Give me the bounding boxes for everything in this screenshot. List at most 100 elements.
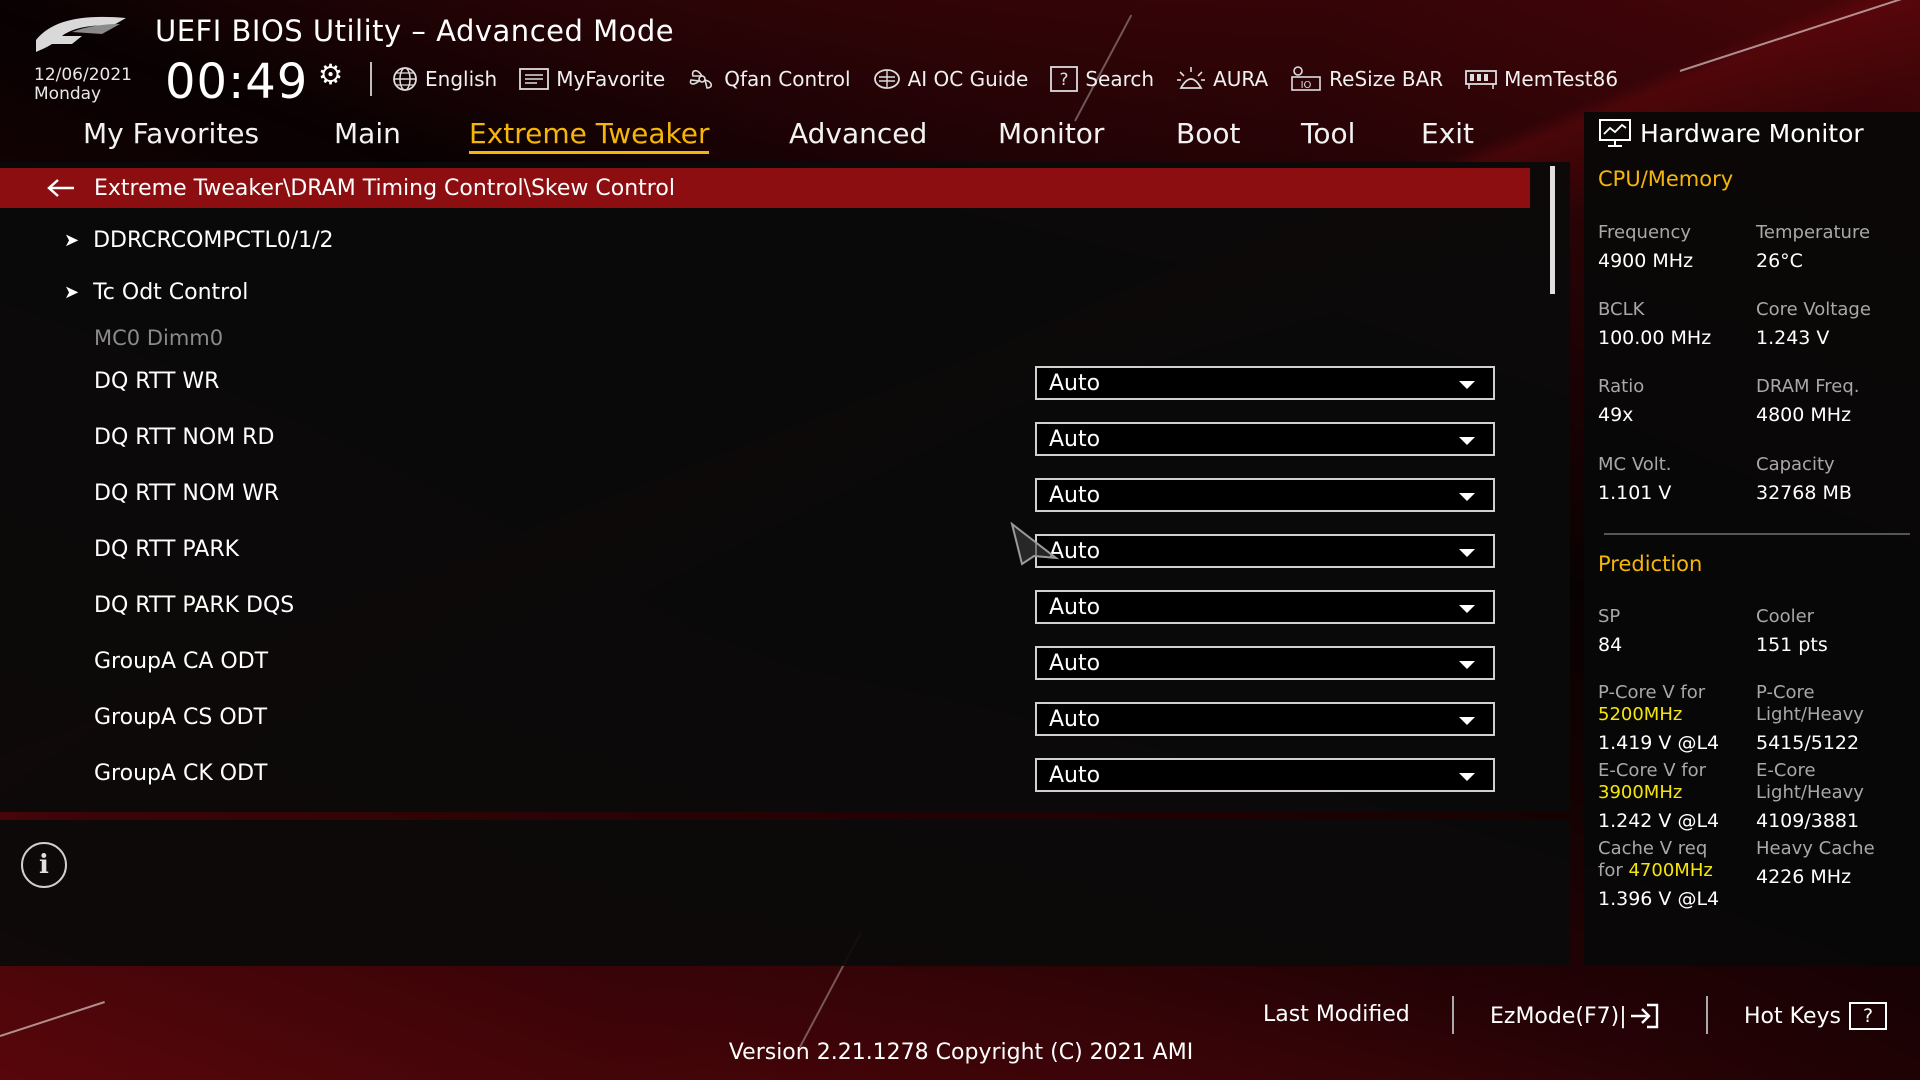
setting-dropdown[interactable]: Auto xyxy=(1035,366,1495,400)
mc-volt-label: MC Volt. xyxy=(1598,454,1672,475)
capacity-value: 32768 MB xyxy=(1756,482,1852,504)
date-text: 12/06/2021 xyxy=(34,65,132,85)
temperature-value: 26°C xyxy=(1756,250,1803,272)
memtest86-label: MemTest86 xyxy=(1504,67,1619,91)
setting-label: DQ RTT PARK xyxy=(94,537,240,562)
search-label: Search xyxy=(1085,67,1155,91)
sp-label: SP xyxy=(1598,606,1621,627)
capacity-label: Capacity xyxy=(1756,454,1835,475)
ecore-light-heavy-value: 4109/3881 xyxy=(1756,810,1860,832)
temperature-label: Temperature xyxy=(1756,222,1871,243)
qfan-control-label: Qfan Control xyxy=(724,67,851,91)
dropdown-arrow-icon xyxy=(1459,493,1475,501)
clock[interactable]: 00:49 xyxy=(165,54,308,110)
setting-dropdown[interactable]: Auto xyxy=(1035,646,1495,680)
hot-keys-button[interactable]: Hot Keys ? xyxy=(1744,1002,1887,1030)
tab-boot[interactable]: Boot xyxy=(1176,117,1240,150)
setting-label: DQ RTT PARK DQS xyxy=(94,593,295,618)
clock-settings-gear-icon[interactable]: ⚙ xyxy=(318,58,343,91)
last-modified-button[interactable]: Last Modified xyxy=(1263,1002,1410,1027)
setting-dropdown[interactable]: Auto xyxy=(1035,702,1495,736)
breadcrumb-path: Extreme Tweaker\DRAM Timing Control\Skew… xyxy=(94,175,675,201)
header-divider xyxy=(370,62,372,96)
tab-tool[interactable]: Tool xyxy=(1301,117,1355,150)
main-menu-bar: My Favorites Main Extreme Tweaker Advanc… xyxy=(0,113,1570,163)
setting-label: DQ RTT NOM WR xyxy=(94,481,280,506)
section-label: MC0 Dimm0 xyxy=(94,326,224,350)
setting-row: GroupA CS ODT Auto xyxy=(94,698,1514,738)
setting-dropdown[interactable]: Auto xyxy=(1035,422,1495,456)
dropdown-value: Auto xyxy=(1049,595,1101,620)
ecore-v-label-text: E-Core V for xyxy=(1598,760,1707,781)
day-text: Monday xyxy=(34,84,102,104)
aura-light-icon xyxy=(1177,67,1206,89)
pcore-v-label-text: P-Core V for xyxy=(1598,682,1706,703)
core-voltage-value: 1.243 V xyxy=(1756,327,1830,349)
dropdown-arrow-icon xyxy=(1459,773,1475,781)
ecore-v-label: E-Core V for 3900MHz xyxy=(1598,760,1706,804)
setting-row: DQ RTT NOM RD Auto xyxy=(94,418,1514,458)
memory-icon xyxy=(1465,70,1498,89)
setting-dropdown[interactable]: Auto xyxy=(1035,534,1495,568)
ezmode-label: EzMode(F7)| xyxy=(1490,1003,1627,1029)
ai-oc-guide-label: AI OC Guide xyxy=(907,67,1029,91)
pcore-lh-label-1: P-Core xyxy=(1756,682,1815,703)
cooler-value: 151 pts xyxy=(1756,634,1828,656)
cooler-label: Cooler xyxy=(1756,606,1815,627)
memtest86-button[interactable]: MemTest86 xyxy=(1465,67,1618,91)
tab-my-favorites[interactable]: My Favorites xyxy=(83,117,259,150)
svg-text:IO: IO xyxy=(1301,80,1312,91)
dropdown-arrow-icon xyxy=(1459,381,1475,389)
setting-row: DQ RTT PARK DQS Auto xyxy=(94,586,1514,626)
qfan-control-button[interactable]: Qfan Control xyxy=(687,66,851,92)
hardware-monitor-title: Hardware Monitor xyxy=(1598,118,1864,148)
resize-bar-icon: IO xyxy=(1291,66,1321,91)
monitor-icon xyxy=(1599,119,1631,147)
dropdown-arrow-icon xyxy=(1459,717,1475,725)
cache-v-label-2: for xyxy=(1598,860,1623,881)
heavy-cache-value: 4226 MHz xyxy=(1756,866,1852,888)
app-title: UEFI BIOS Utility – Advanced Mode xyxy=(155,14,675,48)
setting-label: GroupA CK ODT xyxy=(94,761,268,786)
setting-dropdown[interactable]: Auto xyxy=(1035,590,1495,624)
question-key-icon: ? xyxy=(1848,1002,1887,1030)
dram-freq-value: 4800 MHz xyxy=(1756,404,1852,426)
tab-exit[interactable]: Exit xyxy=(1421,117,1474,150)
tab-advanced[interactable]: Advanced xyxy=(789,117,927,150)
hardware-monitor-title-text: Hardware Monitor xyxy=(1640,118,1864,148)
back-arrow-icon xyxy=(47,179,74,197)
tab-monitor[interactable]: Monitor xyxy=(998,117,1104,150)
ai-oc-guide-button[interactable]: AI OC Guide xyxy=(873,67,1029,91)
bclk-label: BCLK xyxy=(1598,299,1645,320)
tab-extreme-tweaker[interactable]: Extreme Tweaker xyxy=(469,117,710,154)
ezmode-button[interactable]: EzMode(F7)| xyxy=(1490,1002,1661,1030)
language-button[interactable]: English xyxy=(392,66,497,92)
myfavorite-button[interactable]: MyFavorite xyxy=(519,67,665,91)
search-button[interactable]: ? Search xyxy=(1050,66,1154,92)
submenu-label: DDRCRCOMPCTL0/1/2 xyxy=(93,228,334,253)
resize-bar-button[interactable]: IO ReSize BAR xyxy=(1290,65,1443,93)
hot-keys-label: Hot Keys xyxy=(1744,1003,1841,1029)
chevron-right-icon: ➤ xyxy=(64,230,80,251)
hardware-monitor-panel: Hardware Monitor CPU/Memory Frequency 49… xyxy=(1584,112,1920,966)
setting-dropdown[interactable]: Auto xyxy=(1035,758,1495,792)
ratio-label: Ratio xyxy=(1598,376,1645,397)
submenu-tc-odt-control[interactable]: ➤ Tc Odt Control xyxy=(64,280,248,305)
scrollbar[interactable] xyxy=(1550,166,1555,294)
date-display: 12/06/2021 Monday xyxy=(34,66,132,104)
submenu-ddrcrcompctl[interactable]: ➤ DDRCRCOMPCTL0/1/2 xyxy=(64,228,334,253)
info-icon[interactable]: i xyxy=(21,842,67,888)
setting-row: DQ RTT WR Auto xyxy=(94,362,1514,402)
setting-label: GroupA CA ODT xyxy=(94,649,269,674)
aura-button[interactable]: AURA xyxy=(1176,66,1268,92)
breadcrumb: Extreme Tweaker\DRAM Timing Control\Skew… xyxy=(0,168,1530,208)
back-button[interactable] xyxy=(46,178,80,198)
frequency-value: 4900 MHz xyxy=(1598,250,1694,272)
prediction-heading: Prediction xyxy=(1598,552,1703,576)
setting-dropdown[interactable]: Auto xyxy=(1035,478,1495,512)
cache-v-label-1: Cache V req xyxy=(1598,838,1708,859)
dropdown-arrow-icon xyxy=(1459,605,1475,613)
resize-bar-label: ReSize BAR xyxy=(1329,67,1444,91)
footer-divider xyxy=(1706,996,1708,1034)
tab-main[interactable]: Main xyxy=(334,117,401,150)
